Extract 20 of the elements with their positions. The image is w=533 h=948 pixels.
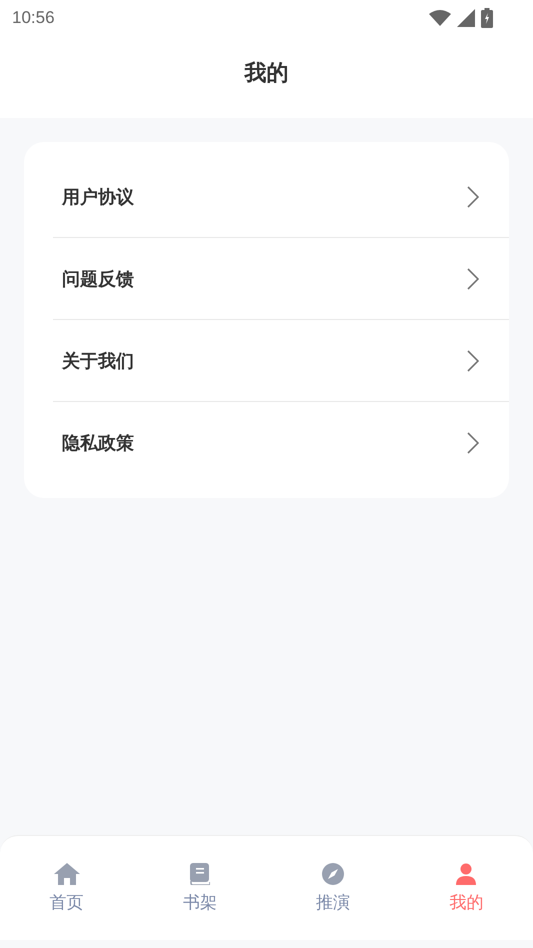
menu-item[interactable]: 用户协议 [53, 156, 509, 238]
status-time: 10:56 [12, 8, 55, 28]
chevron-icon [467, 350, 479, 372]
chevron-icon [467, 432, 479, 454]
compass-icon [322, 862, 344, 884]
menu-item[interactable]: 隐私政策 [53, 402, 509, 484]
wifi-icon [429, 10, 451, 26]
battery-icon [481, 8, 493, 28]
tab[interactable]: 书架 [133, 836, 266, 940]
chevron-icon [467, 268, 479, 290]
chevron-icon [467, 186, 479, 208]
menu-item[interactable]: 关于我们 [53, 320, 509, 402]
tab[interactable]: 推演 [266, 836, 400, 940]
tab[interactable]: 首页 [0, 836, 134, 940]
menu-item[interactable]: 问题反馈 [53, 238, 509, 320]
book-icon [190, 862, 210, 884]
page-title: 我的 [244, 60, 288, 88]
home-icon [54, 862, 80, 884]
signal-icon [457, 9, 475, 27]
person-icon [455, 862, 478, 884]
